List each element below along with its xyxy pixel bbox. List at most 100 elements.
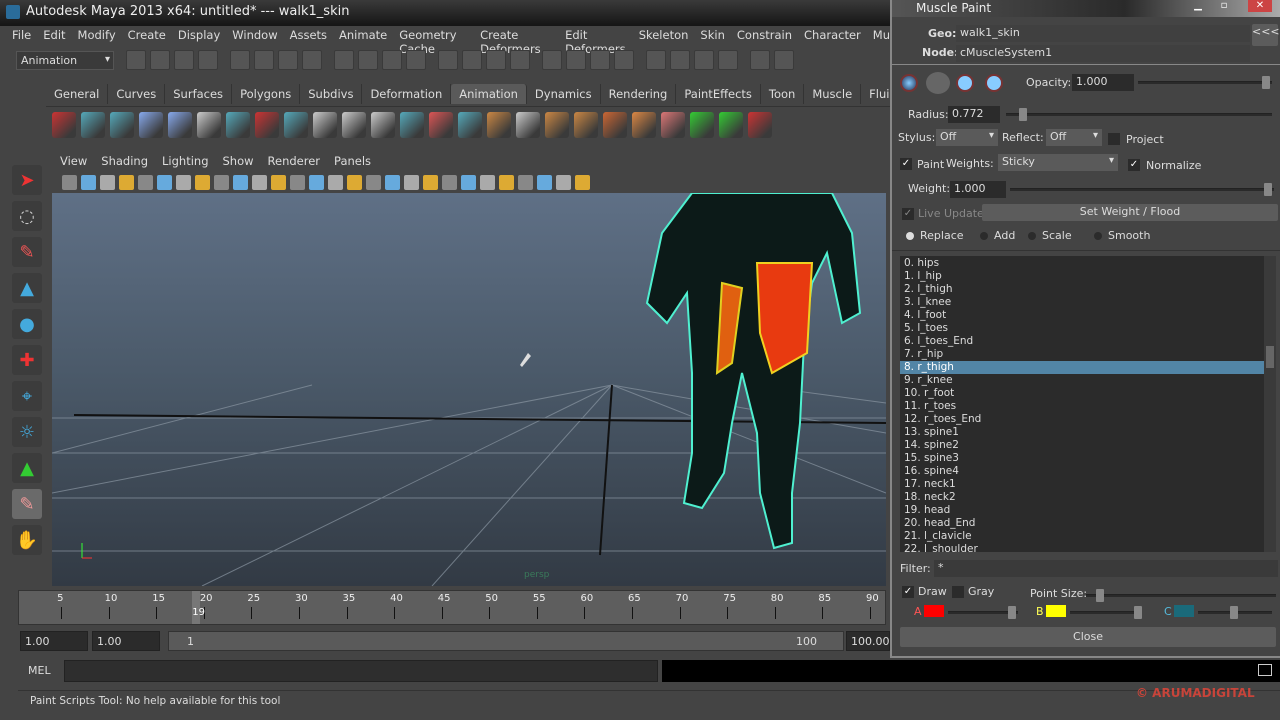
joint-list-item[interactable]: 16. spine4 [900,465,1264,478]
joint-list-item[interactable]: 15. spine3 [900,452,1264,465]
viewport-tool-12-icon[interactable] [290,174,305,190]
shelf-tool-12-icon[interactable] [400,111,424,138]
viewport-tool-16-icon[interactable] [366,174,381,190]
color-a-swatch[interactable] [924,605,944,617]
viewport-tool-26-icon[interactable] [556,174,571,190]
viewport-tool-3-icon[interactable] [119,174,134,190]
output-ops-icon[interactable] [718,50,738,70]
shelf-tool-14-icon[interactable] [458,111,482,138]
time-slider[interactable]: 5 10 15 20 25 30 35 40 45 50 55 60 65 70 75 80 85 90 19 [18,590,886,625]
radius-slider[interactable] [1006,108,1272,121]
render-icon[interactable] [406,50,426,70]
viewport-tool-2-icon[interactable] [100,174,115,190]
input-ops-icon[interactable] [694,50,714,70]
new-scene-icon[interactable] [126,50,146,70]
shelf-tool-10-icon[interactable] [342,111,366,138]
joint-list-item[interactable]: 5. l_toes [900,322,1264,335]
joint-list-item[interactable]: 22. l_shoulder [900,543,1264,552]
render-view-icon[interactable] [774,50,794,70]
collapse-button[interactable]: <<< [1252,24,1280,46]
shelf-tool-23-icon[interactable] [719,111,743,138]
select-hierarchy-icon[interactable] [198,50,218,70]
lasso-tool-icon[interactable]: ◌ [12,201,42,231]
shelf-tool-1-icon[interactable] [81,111,105,138]
select-tool-icon[interactable]: ➤ [12,165,42,195]
shelf-tool-0-icon[interactable] [52,111,76,138]
viewport-tool-19-icon[interactable] [423,174,438,190]
menu-create[interactable]: Create [128,28,166,46]
menu-edit[interactable]: Edit [43,28,65,46]
start-time-field[interactable]: 1.00 [20,631,88,651]
viewport-tool-9-icon[interactable] [233,174,248,190]
open-scene-icon[interactable] [150,50,170,70]
viewport-tool-20-icon[interactable] [442,174,457,190]
snap-view-icon[interactable] [358,50,378,70]
tab-painteffects[interactable]: PaintEffects [676,84,761,104]
viewport-tool-5-icon[interactable] [157,174,172,190]
gray-checkbox[interactable] [952,586,964,598]
shelf-tool-24-icon[interactable] [748,111,772,138]
viewport-tool-11-icon[interactable] [271,174,286,190]
minimize-button[interactable]: ▁ [1186,0,1210,12]
shelf-tool-5-icon[interactable] [197,111,221,138]
menu-assets[interactable]: Assets [290,28,327,46]
joint-list-item[interactable]: 10. r_foot [900,387,1264,400]
mode-smooth-radio[interactable] [1094,232,1102,240]
history-icon[interactable] [382,50,402,70]
tab-surfaces[interactable]: Surfaces [165,84,233,104]
viewport-tool-23-icon[interactable] [499,174,514,190]
joint-list-item[interactable]: 12. r_toes_End [900,413,1264,426]
snap-point-icon[interactable] [334,50,354,70]
help-icon[interactable] [486,50,506,70]
mode-add-radio[interactable] [980,232,988,240]
brush-soft-icon[interactable] [900,74,918,92]
viewport-tool-0-icon[interactable] [62,174,77,190]
magnet3-icon[interactable] [614,50,634,70]
mel-label[interactable]: MEL [20,660,64,682]
influence-list[interactable]: 0. hips 1. l_hip 2. l_thigh 3. l_knee 4. l_f… [900,256,1264,552]
joint-list-item[interactable]: 4. l_foot [900,309,1264,322]
viewport-menu-show[interactable]: Show [223,154,254,172]
viewport-tool-17-icon[interactable] [385,174,400,190]
brush-gaussian-icon[interactable] [926,72,950,94]
joint-list-item[interactable]: 0. hips [900,257,1264,270]
shelf-tool-17-icon[interactable] [545,111,569,138]
shelf-tool-13-icon[interactable] [429,111,453,138]
tab-curves[interactable]: Curves [108,84,166,104]
color-a-slider[interactable] [948,606,1018,619]
manipulator-tool-icon[interactable]: ⌖ [12,381,42,411]
influence-list-scrollbar[interactable] [1264,256,1276,552]
shelf-tool-15-icon[interactable] [487,111,511,138]
brush-hard-icon[interactable] [956,74,974,92]
menu-modify[interactable]: Modify [78,28,116,46]
attribute-editor-icon[interactable] [750,50,770,70]
show-manipulator-tool-icon[interactable]: ▲ [12,453,42,483]
shelf-tool-11-icon[interactable] [371,111,395,138]
menu-edit-deformers[interactable]: Edit Deformers [565,28,627,56]
viewport-3d[interactable]: persp [52,193,886,586]
mode-selector[interactable]: Animation [16,50,114,70]
menu-constrain[interactable]: Constrain [737,28,792,46]
tab-toon[interactable]: Toon [761,84,805,104]
playback-start-field[interactable]: 1.00 [92,631,160,651]
radius-field[interactable]: 0.772 [948,106,1000,123]
tab-animation[interactable]: Animation [451,84,527,104]
shelf-tool-21-icon[interactable] [661,111,685,138]
magnet2-icon[interactable] [590,50,610,70]
weight-slider[interactable] [1010,183,1274,196]
joint-list-item[interactable]: 3. l_knee [900,296,1264,309]
move-tool-icon[interactable]: ▲ [12,273,42,303]
joint-list-item[interactable]: 6. l_toes_End [900,335,1264,348]
lock-icon[interactable] [510,50,530,70]
joint-list-item[interactable]: 14. spine2 [900,439,1264,452]
tab-rendering[interactable]: Rendering [601,84,677,104]
joint-list-item[interactable]: 19. head [900,504,1264,517]
snap-curve-icon[interactable] [302,50,322,70]
color-b-slider[interactable] [1070,606,1142,619]
soft-mod-tool-icon[interactable]: ☼ [12,417,42,447]
viewport-menu-shading[interactable]: Shading [101,154,148,172]
joint-list-item[interactable]: 1. l_hip [900,270,1264,283]
viewport-tool-1-icon[interactable] [81,174,96,190]
shelf-tool-4-icon[interactable] [168,111,192,138]
brush-square-icon[interactable] [985,74,1003,92]
